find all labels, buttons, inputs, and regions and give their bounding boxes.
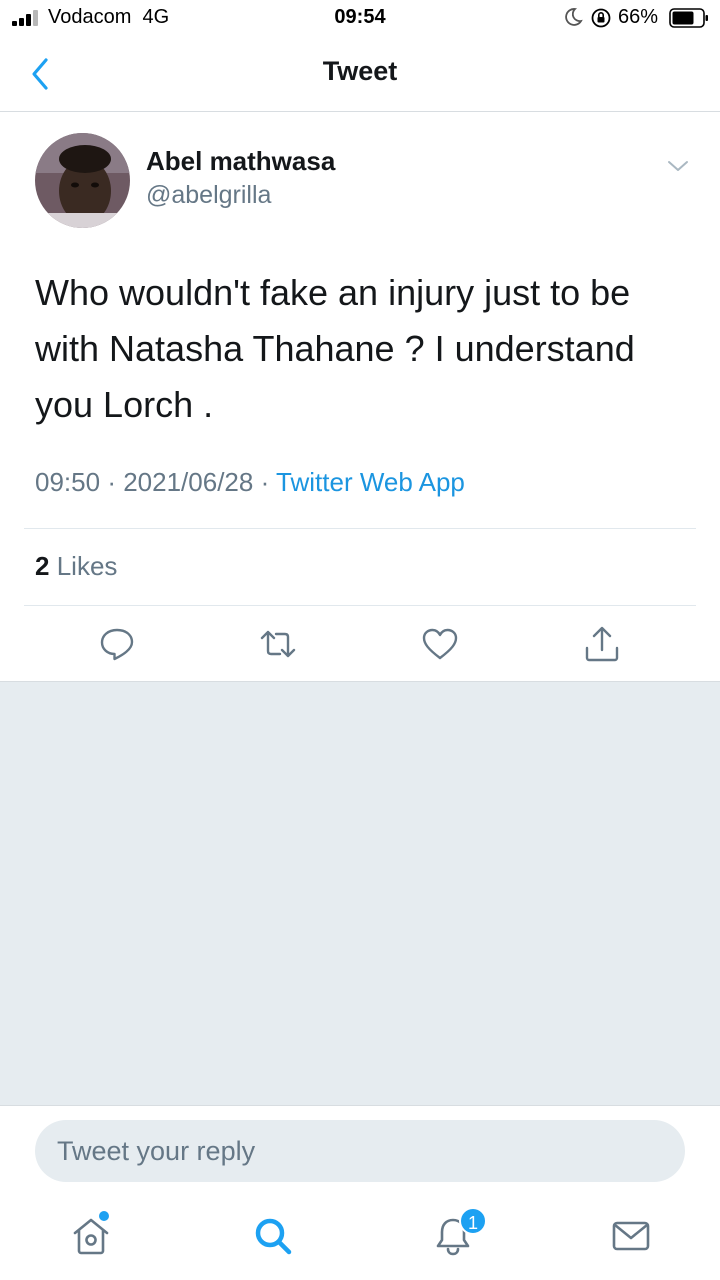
share-icon[interactable]	[582, 624, 622, 664]
like-icon[interactable]	[420, 624, 460, 664]
tweet-source-link[interactable]: Twitter Web App	[276, 467, 465, 497]
meta-separator: ·	[260, 467, 270, 497]
tweet-actions	[0, 607, 720, 681]
search-icon[interactable]	[251, 1214, 295, 1258]
likes-number: 2	[35, 551, 50, 581]
tweet-time: 09:50	[35, 467, 101, 497]
moon-icon	[565, 8, 583, 26]
status-bar: Vodacom 4G 09:54 66%	[0, 0, 720, 36]
retweet-icon[interactable]	[258, 624, 298, 664]
nav-header: Tweet	[0, 36, 720, 112]
tweet-text: Who wouldn't fake an injury just to be w…	[35, 272, 635, 425]
page-title: Tweet	[322, 56, 398, 86]
tweet-meta: 09:50 · 2021/06/28 · Twitter Web App	[35, 467, 465, 498]
user-handle[interactable]: @abelgrilla	[146, 181, 271, 210]
battery-icon	[669, 8, 708, 28]
replies-area	[0, 681, 720, 1105]
meta-separator: ·	[107, 467, 116, 497]
avatar[interactable]	[35, 133, 130, 228]
likes-label: Likes	[56, 551, 118, 581]
likes-count[interactable]: 2 Likes	[35, 551, 117, 582]
status-time: 09:54	[334, 6, 386, 28]
divider	[24, 528, 696, 529]
notification-badge: 1	[459, 1207, 487, 1235]
reply-icon[interactable]	[97, 624, 137, 664]
home-icon[interactable]	[69, 1214, 113, 1258]
messages-icon[interactable]	[609, 1214, 653, 1258]
tweet-date: 2021/06/28	[123, 467, 254, 497]
rotation-lock-icon	[591, 8, 611, 28]
divider	[24, 605, 696, 606]
home-unread-dot	[99, 1211, 109, 1221]
avatar-image	[35, 133, 130, 228]
display-name[interactable]: Abel mathwasa	[146, 146, 335, 177]
reply-input[interactable]	[35, 1120, 685, 1182]
battery-percent: 66%	[618, 6, 659, 28]
bottom-bar: 1	[0, 1105, 720, 1280]
chevron-down-icon[interactable]	[664, 152, 692, 180]
